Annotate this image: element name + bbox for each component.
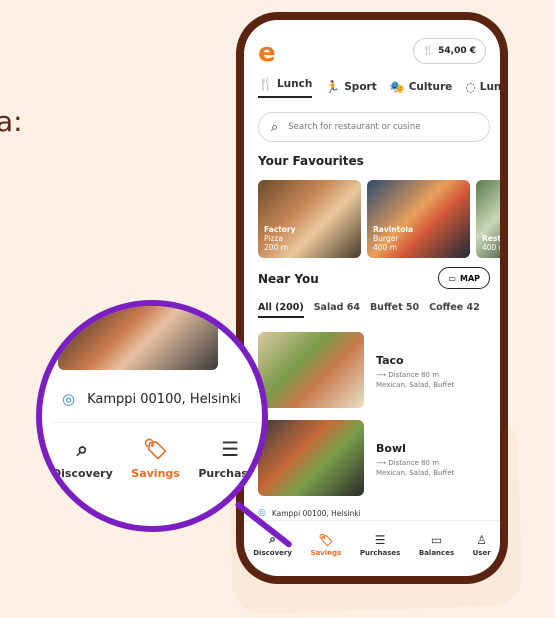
search-icon: ⌕ <box>271 119 279 135</box>
restaurant-image <box>258 332 364 408</box>
filter-coffee[interactable]: Coffee 42 <box>429 302 480 318</box>
tab-sport[interactable]: 🏃 Sport <box>325 76 376 98</box>
user-icon: ♙ <box>476 532 488 547</box>
map-icon: ▭ <box>448 273 456 283</box>
mask-icon: 🎭 <box>389 80 405 94</box>
tab-balances[interactable]: ▭ Balances <box>419 533 454 557</box>
restaurant-name: Bowl <box>376 442 406 455</box>
tab-culture[interactable]: 🎭 Culture <box>390 76 453 98</box>
near-you-title: Near You <box>258 272 319 286</box>
restaurant-item[interactable]: Taco ⟶ Distance 80 m Mexican, Salad, Buf… <box>258 332 454 408</box>
tab-savings[interactable]: 🏷 Savings <box>131 437 180 480</box>
tab-purchases[interactable]: ☰ Purchases <box>198 437 262 480</box>
fork-knife-icon: 🍴 <box>258 77 273 91</box>
restaurant-image <box>258 420 364 496</box>
tag-icon: 🏷 <box>142 437 169 461</box>
filter-all[interactable]: All (200) <box>258 302 304 318</box>
favourites-title: Your Favourites <box>258 154 364 168</box>
tab-lunch[interactable]: 🍴 Lunch <box>258 76 313 98</box>
restaurant-name: Taco <box>376 354 404 367</box>
list-icon: ☰ <box>221 437 240 461</box>
magnified-location-row[interactable]: ◎ Kamppi 00100, Helsinki <box>62 390 241 408</box>
wallet-icon: ▭ <box>430 532 443 547</box>
search-icon: ⌕ <box>76 437 88 461</box>
tab-lun[interactable]: ◌ Lun <box>465 76 500 98</box>
favourite-card[interactable]: Resta 400 m <box>476 180 500 258</box>
category-tabs: 🍴 Lunch 🏃 Sport 🎭 Culture ◌ Lun <box>258 76 500 98</box>
tab-user[interactable]: ♙ User <box>473 533 491 557</box>
arrow-icon: ⟶ <box>376 459 389 467</box>
food-icon: ◌ <box>465 80 476 94</box>
restaurant-tags: Mexican, Salad, Buffet <box>376 469 455 477</box>
favourite-card[interactable]: Factory Pizza 200 m <box>258 180 361 258</box>
phone-screen: e 🍴 54,00 € 🍴 Lunch 🏃 Sport 🎭 Culture ◌ … <box>244 20 500 576</box>
arrow-icon: ⟶ <box>376 371 389 379</box>
background-caption: a: <box>0 105 23 138</box>
bottom-tab-bar: ⌕ Discovery 🏷 Savings ☰ Purchases ▭ Bala… <box>244 520 500 568</box>
filter-salad[interactable]: Salad 64 <box>314 302 360 318</box>
tab-discovery[interactable]: ⌕ Discovery <box>52 437 113 480</box>
filter-tabs: All (200) Salad 64 Buffet 50 Coffee 42 <box>258 302 480 318</box>
list-icon: ☰ <box>374 532 386 547</box>
location-pin-icon: ◎ <box>62 390 76 408</box>
restaurant-tags: Mexican, Salad, Buffet <box>376 381 455 389</box>
tag-icon: 🏷 <box>318 532 334 547</box>
app-logo: e <box>258 38 276 68</box>
fork-knife-icon: 🍴 <box>422 46 435 56</box>
favourites-carousel: Factory Pizza 200 m Ravintola Burger 400… <box>258 180 500 258</box>
restaurant-item[interactable]: Bowl ⟶ Distance 80 m Mexican, Salad, Buf… <box>258 420 454 496</box>
wallet-amount: 54,00 € <box>438 46 476 56</box>
wallet-balance-button[interactable]: 🍴 54,00 € <box>412 38 486 64</box>
running-icon: 🏃 <box>325 80 341 94</box>
top-bar: e 🍴 54,00 € <box>258 38 486 66</box>
map-button[interactable]: ▭ MAP <box>438 267 490 289</box>
magnified-tab-bar: ⌕ Discovery 🏷 Savings ☰ Purchases <box>52 422 262 480</box>
magnified-food-image <box>58 306 218 370</box>
favourite-card[interactable]: Ravintola Burger 400 m <box>367 180 470 258</box>
filter-buffet[interactable]: Buffet 50 <box>370 302 419 318</box>
tab-purchases[interactable]: ☰ Purchases <box>360 533 401 557</box>
search-placeholder: Search for restaurant or cusine <box>288 122 421 132</box>
tab-savings[interactable]: 🏷 Savings <box>310 533 341 557</box>
search-input[interactable]: ⌕ Search for restaurant or cusine <box>258 112 490 142</box>
magnifier-circle: ◎ Kamppi 00100, Helsinki ⌕ Discovery 🏷 S… <box>36 300 268 532</box>
location-row[interactable]: ◎ Kamppi 00100, Helsinki <box>258 508 361 518</box>
phone-frame: e 🍴 54,00 € 🍴 Lunch 🏃 Sport 🎭 Culture ◌ … <box>236 12 508 584</box>
